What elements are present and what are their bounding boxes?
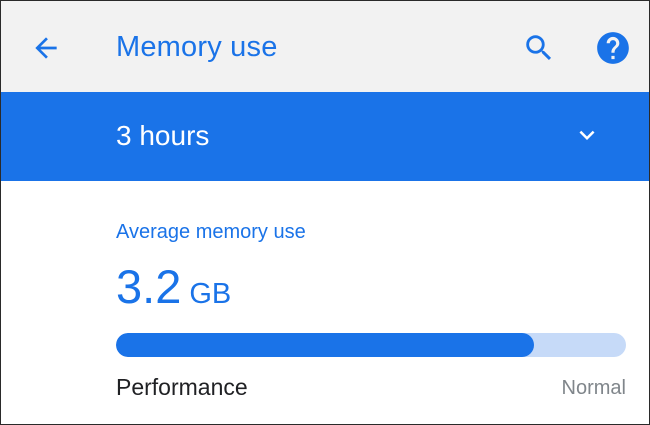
help-circle-icon	[597, 32, 629, 64]
back-button[interactable]	[23, 25, 69, 71]
memory-summary: Average memory use 3.2 GB Performance Nor…	[1, 181, 649, 424]
page-title: Memory use	[116, 31, 278, 63]
memory-usage-fill	[116, 333, 535, 357]
help-button[interactable]	[590, 25, 636, 71]
memory-use-screen: Memory use 3 hours Average memory use 3.…	[0, 0, 650, 425]
performance-status: Normal	[561, 377, 626, 399]
memory-number: 3.2	[116, 260, 182, 313]
time-range-selected: 3 hours	[116, 120, 210, 151]
chevron-down-icon	[567, 115, 607, 155]
average-memory-label: Average memory use	[116, 221, 306, 243]
memory-usage-bar	[116, 333, 626, 357]
time-range-dropdown[interactable]: 3 hours	[1, 92, 649, 181]
app-bar: Memory use	[1, 1, 649, 92]
arrow-left-icon	[35, 37, 57, 59]
performance-label: Performance	[116, 374, 248, 400]
average-memory-value: 3.2 GB	[116, 261, 231, 320]
search-button[interactable]	[516, 25, 562, 71]
search-icon	[526, 35, 552, 61]
memory-unit: GB	[189, 278, 232, 310]
